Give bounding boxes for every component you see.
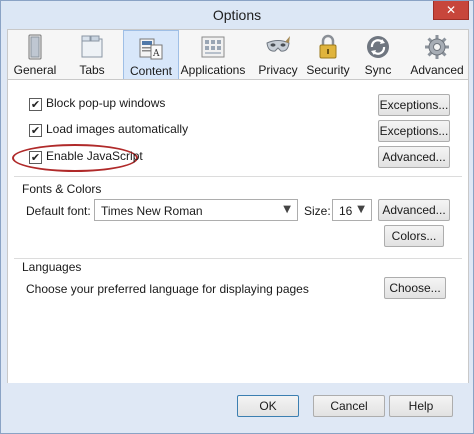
tab-sync[interactable]: Sync bbox=[360, 30, 396, 80]
applications-icon bbox=[201, 36, 225, 58]
font-size-value: 16 bbox=[339, 204, 353, 218]
tab-sync-label: Sync bbox=[364, 63, 392, 77]
block-popups-checkbox[interactable]: ✔ bbox=[29, 98, 42, 111]
javascript-advanced-button[interactable]: Advanced... bbox=[378, 146, 450, 168]
fonts-advanced-button[interactable]: Advanced... bbox=[378, 199, 450, 221]
content-panel: ✔ Block pop-up windows Exceptions... ✔ L… bbox=[7, 79, 469, 385]
tab-privacy-label: Privacy bbox=[258, 63, 298, 77]
languages-separator bbox=[14, 258, 462, 259]
languages-description: Choose your preferred language for displ… bbox=[26, 282, 309, 296]
options-toolbar: General Tabs A Content Applications Priv… bbox=[7, 29, 469, 80]
load-images-checkbox[interactable]: ✔ bbox=[29, 124, 42, 137]
fonts-separator bbox=[14, 176, 462, 177]
default-font-value: Times New Roman bbox=[101, 204, 203, 218]
font-size-label: Size: bbox=[304, 204, 331, 218]
ok-button[interactable]: OK bbox=[237, 395, 299, 417]
languages-section-title: Languages bbox=[22, 260, 82, 274]
tab-content[interactable]: A Content bbox=[123, 30, 179, 80]
tab-general[interactable]: General bbox=[12, 30, 58, 80]
tab-security[interactable]: Security bbox=[306, 30, 350, 80]
enable-javascript-checkbox[interactable]: ✔ bbox=[29, 151, 42, 164]
chevron-down-icon: ▼ bbox=[283, 204, 291, 215]
svg-text:A: A bbox=[152, 49, 160, 59]
tab-advanced-label: Advanced bbox=[410, 63, 464, 77]
content-icon: A bbox=[139, 38, 163, 60]
tabs-icon bbox=[81, 35, 103, 58]
choose-language-button[interactable]: Choose... bbox=[384, 277, 446, 299]
default-font-label: Default font: bbox=[26, 204, 91, 218]
close-button[interactable]: ✕ bbox=[433, 1, 469, 20]
padlock-icon bbox=[319, 34, 337, 59]
tab-tabs[interactable]: Tabs bbox=[70, 30, 114, 80]
popup-exceptions-button[interactable]: Exceptions... bbox=[378, 94, 450, 116]
tab-general-label: General bbox=[13, 63, 57, 77]
tab-applications-label: Applications bbox=[180, 63, 246, 77]
tab-applications[interactable]: Applications bbox=[180, 30, 246, 80]
general-icon bbox=[28, 34, 42, 60]
tab-content-label: Content bbox=[129, 64, 173, 78]
sync-icon bbox=[367, 36, 389, 58]
tab-advanced[interactable]: Advanced bbox=[408, 30, 466, 80]
window-title: Options bbox=[212, 7, 262, 23]
help-button[interactable]: Help bbox=[389, 395, 453, 417]
tab-tabs-label: Tabs bbox=[79, 63, 105, 77]
privacy-mask-icon bbox=[266, 36, 290, 52]
block-popups-label: Block pop-up windows bbox=[46, 96, 166, 110]
tab-privacy[interactable]: Privacy bbox=[256, 30, 300, 80]
fonts-section-title: Fonts & Colors bbox=[22, 182, 102, 196]
font-size-select[interactable]: 16 ▼ bbox=[332, 199, 372, 221]
load-images-label: Load images automatically bbox=[46, 122, 189, 136]
dialog-footer: OK Cancel Help bbox=[1, 383, 473, 433]
cancel-button[interactable]: Cancel bbox=[313, 395, 385, 417]
options-window: Options ✕ General Tabs A Content Applica… bbox=[0, 0, 474, 434]
title-bar: Options ✕ bbox=[1, 1, 473, 29]
chevron-down-icon: ▼ bbox=[357, 204, 365, 215]
gear-icon bbox=[425, 35, 449, 59]
default-font-select[interactable]: Times New Roman ▼ bbox=[94, 199, 298, 221]
tab-security-label: Security bbox=[306, 63, 350, 77]
enable-javascript-label: Enable JavaScript bbox=[46, 149, 143, 163]
colors-button[interactable]: Colors... bbox=[384, 225, 444, 247]
images-exceptions-button[interactable]: Exceptions... bbox=[378, 120, 450, 142]
